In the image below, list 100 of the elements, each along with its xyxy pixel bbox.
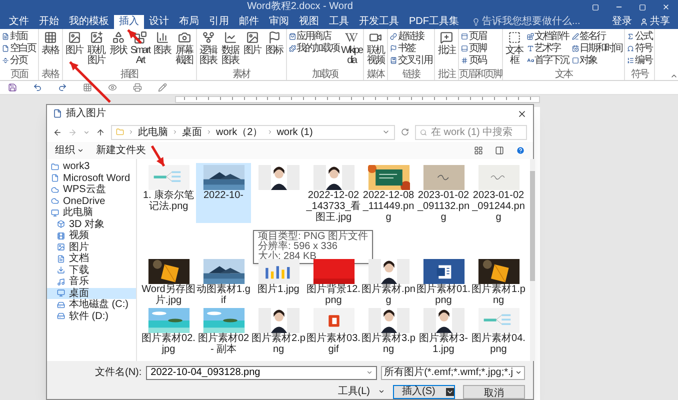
ribbon-display-icon[interactable] [592, 4, 599, 10]
ribbon-button[interactable]: 应用商店 [288, 31, 339, 42]
file-item[interactable]: 图片素材3-1.jpg [416, 306, 471, 355]
ribbon-button[interactable]: 逻辑图表 [198, 29, 218, 69]
ribbon-tab[interactable]: 审阅 [264, 15, 294, 29]
ribbon-tab[interactable]: 我的模板 [64, 15, 114, 29]
ribbon-tab[interactable]: 开发工具 [354, 15, 404, 29]
file-item[interactable]: 2023-01-02_091244.png [471, 163, 526, 223]
table-icon[interactable] [83, 83, 92, 92]
ribbon-button[interactable]: SmartArt [130, 29, 150, 69]
ribbon-button[interactable]: 图表 [152, 29, 172, 69]
maximize-icon[interactable] [639, 4, 646, 10]
file-item[interactable]: 2022-12-08_111449.png [361, 163, 416, 223]
sidebar-item[interactable]: 文档 [47, 253, 136, 264]
ribbon-tab[interactable]: PDF工具集 [404, 15, 464, 29]
ribbon-button[interactable]: 页脚 [461, 43, 486, 54]
ribbon-button[interactable]: 屏幕截图 [174, 29, 194, 69]
ribbon-button[interactable]: 书签 [390, 43, 432, 54]
ribbon-button[interactable]: 文本框 [504, 29, 524, 69]
ribbon-button[interactable]: 表格 [40, 29, 60, 69]
sidebar-item[interactable]: Microsoft Word [47, 172, 136, 184]
up-icon[interactable] [96, 128, 105, 136]
ribbon-tab[interactable]: 邮件 [234, 15, 264, 29]
pen-icon[interactable] [158, 83, 167, 92]
ribbon-button[interactable]: Wikipedia [341, 29, 362, 69]
ribbon-button[interactable]: 联机视频 [365, 29, 386, 69]
ribbon-button[interactable]: 批注 [436, 29, 457, 69]
filename-field[interactable]: 2022-10-04_093128.png [146, 366, 378, 380]
view-icon[interactable] [474, 146, 483, 155]
preview-icon[interactable] [108, 83, 117, 92]
ribbon-button[interactable]: 首字下沉 [526, 55, 568, 66]
ribbon-button[interactable]: 符号 [627, 43, 652, 54]
ribbon-button[interactable]: 交叉引用 [390, 55, 432, 66]
new-folder-button[interactable]: 新建文件夹 [96, 143, 146, 158]
ribbon-tab[interactable]: 工具 [324, 15, 354, 29]
recent-icon[interactable] [83, 128, 90, 136]
search-field[interactable]: 在 work (1) 中搜索 [415, 124, 527, 140]
ribbon-button[interactable]: 对象 [572, 55, 622, 66]
sidebar-item[interactable]: work3 [47, 161, 136, 172]
ribbon-button[interactable]: 图标 [264, 29, 284, 69]
ribbon-button[interactable]: 图片 [64, 29, 84, 69]
close-icon[interactable] [662, 3, 670, 11]
sign-in-link[interactable]: 登录 [612, 15, 632, 29]
sidebar-item[interactable]: 本地磁盘 (C:) [47, 299, 136, 310]
ribbon-button[interactable]: 文档部件 [526, 31, 568, 42]
sidebar-item[interactable]: 软件 (D:) [47, 310, 136, 322]
ribbon-button[interactable]: 图片 [242, 29, 262, 69]
help-icon[interactable] [516, 146, 525, 155]
undo-icon[interactable] [33, 83, 42, 92]
ribbon-button[interactable]: 编号 [627, 55, 652, 66]
ribbon-button[interactable]: 页码 [461, 55, 486, 66]
tools-button[interactable]: 工具(L) [338, 384, 385, 399]
ribbon-button[interactable]: 封面 [2, 31, 36, 42]
ribbon-button[interactable]: 联机图片 [86, 29, 106, 69]
file-item[interactable]: 图片素材.png [361, 257, 416, 306]
refresh-icon[interactable] [401, 128, 409, 136]
ribbon-tab[interactable]: 布局 [174, 15, 204, 29]
organize-button[interactable]: 组织 [55, 143, 84, 158]
back-icon[interactable] [53, 128, 62, 136]
share-button[interactable]: 共享 [640, 15, 670, 29]
file-item[interactable]: 图片素材04.png [471, 306, 526, 355]
ribbon-button[interactable]: 我的加载项 [288, 43, 339, 54]
ribbon-button[interactable]: 签名行 [572, 31, 622, 42]
tell-me-field[interactable]: 告诉我您想要做什么... [472, 14, 586, 29]
file-item[interactable]: 2022-12-02_143733_看图王.jpg [306, 163, 361, 223]
file-item[interactable]: 图片素材03.gif [306, 306, 361, 355]
save-icon[interactable] [8, 83, 17, 92]
cancel-button[interactable]: 取消 [463, 384, 525, 398]
close-icon[interactable] [517, 108, 527, 118]
ribbon-button[interactable]: 日期和时间 [572, 43, 622, 54]
sidebar-item[interactable]: 音乐 [47, 276, 136, 288]
sidebar-item[interactable]: 下载 [47, 264, 136, 276]
breadcrumb-item[interactable]: 此电脑 [138, 124, 168, 140]
ribbon-tab[interactable]: 视图 [294, 15, 324, 29]
ribbon-tab[interactable]: 开始 [34, 15, 64, 29]
ribbon-button[interactable]: 艺术字 [526, 43, 568, 54]
file-item[interactable]: 图片素材02.jpg [141, 306, 196, 355]
history-icon[interactable] [382, 128, 390, 136]
ribbon-button[interactable]: 空白页 [2, 43, 36, 54]
file-item[interactable]: 图片素材01.png [416, 257, 471, 306]
sidebar-item[interactable]: 此电脑 [47, 207, 136, 218]
sidebar-item[interactable]: 图片 [47, 242, 136, 253]
file-item[interactable]: 2022-10- [196, 163, 251, 223]
sidebar-item[interactable]: OneDrive [47, 196, 136, 207]
file-item[interactable]: 图片素材02 - 副本 [196, 306, 251, 355]
insert-button[interactable]: 插入(S) [393, 384, 455, 398]
ribbon-button[interactable]: 公式 [627, 31, 652, 42]
file-item[interactable]: 图片素材1.png [471, 257, 526, 306]
ribbon-tab[interactable]: 引用 [204, 15, 234, 29]
ribbon-button[interactable]: 页眉 [461, 31, 486, 42]
file-item[interactable]: 动图素材1.gif [196, 257, 251, 306]
redo-icon[interactable] [58, 83, 67, 92]
sidebar-item[interactable]: WPS云盘 [47, 184, 136, 196]
file-item[interactable]: 图片素材2.png [251, 306, 306, 355]
breadcrumb-item[interactable]: 桌面 [182, 124, 202, 140]
address-bar[interactable]: 此电脑 桌面 work（2） work (1) [111, 124, 395, 140]
breadcrumb-item[interactable]: work (1) [276, 124, 313, 140]
file-item[interactable]: 2023-01-02_091132.png [416, 163, 471, 223]
file-item[interactable]: 图片素材3.png [361, 306, 416, 355]
sidebar-item[interactable]: 3D 对象 [47, 218, 136, 230]
